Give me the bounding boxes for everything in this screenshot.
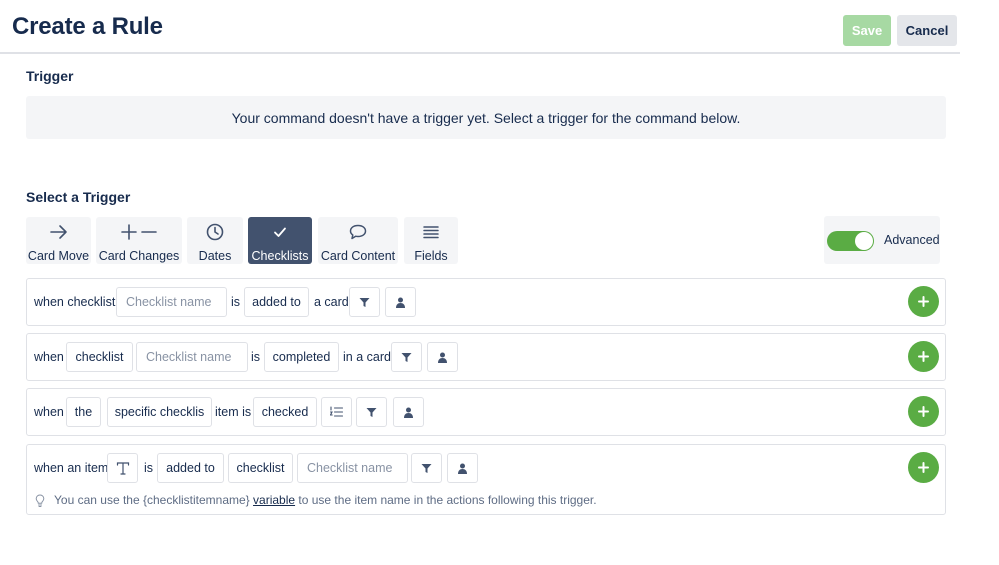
tab-label: Fields (414, 249, 448, 263)
person-icon (396, 297, 405, 308)
rule-text: when an item (34, 461, 109, 475)
rule-text: when (34, 405, 64, 419)
page-title: Create a Rule (12, 13, 163, 40)
toggle-knob (855, 232, 873, 250)
checklist-name-input[interactable]: Checklist name (297, 453, 408, 483)
lines-icon (422, 222, 440, 242)
subject-dropdown[interactable]: checklist (66, 342, 133, 372)
filter-icon (359, 297, 370, 307)
filter-button[interactable] (349, 287, 380, 317)
rule-row-checklist-completed: when checklist Checklist name is complet… (26, 333, 946, 381)
rule-text: is (251, 350, 261, 364)
rule-text: is (231, 295, 241, 309)
action-dropdown[interactable]: added to (157, 453, 224, 483)
tab-card-content[interactable]: Card Content (318, 217, 398, 264)
cancel-button[interactable]: Cancel (897, 15, 957, 46)
arrow-right-icon (49, 222, 68, 242)
tab-label: Card Move (27, 249, 90, 263)
filter-icon (401, 352, 412, 362)
filter-button[interactable] (411, 453, 442, 483)
tab-label: Card Content (320, 249, 396, 263)
add-trigger-button[interactable] (908, 452, 939, 483)
advanced-toggle[interactable] (827, 231, 874, 251)
lightbulb-icon (35, 493, 45, 507)
checklist-name-input[interactable]: Checklist name (136, 342, 248, 372)
trigger-notice: Your command doesn't have a trigger yet.… (26, 96, 946, 139)
plus-icon (918, 351, 929, 362)
variable-hint: You can use the {checklistitemname} vari… (35, 493, 597, 507)
comment-icon (349, 222, 367, 242)
plus-minus-icon (120, 222, 158, 242)
rule-text: in a card (343, 350, 391, 364)
tab-checklists[interactable]: Checklists (248, 217, 312, 264)
subject-dropdown[interactable]: checklist (228, 453, 293, 483)
article-dropdown[interactable]: the (66, 397, 101, 427)
specific-dropdown[interactable]: specific checklis (107, 397, 212, 427)
advanced-label: Advanced (884, 233, 940, 247)
tab-card-changes[interactable]: Card Changes (96, 217, 182, 264)
tab-label: Card Changes (98, 249, 180, 263)
user-filter-button[interactable] (447, 453, 478, 483)
user-filter-button[interactable] (393, 397, 424, 427)
tab-fields[interactable]: Fields (404, 217, 458, 264)
rule-text: item is (215, 405, 252, 419)
checklist-name-input[interactable]: Checklist name (116, 287, 227, 317)
rule-row-checklist-added: when checklist Checklist name is added t… (26, 278, 946, 326)
add-trigger-button[interactable] (908, 341, 939, 372)
trigger-notice-text: Your command doesn't have a trigger yet.… (231, 109, 741, 126)
numbered-list-icon (330, 406, 343, 417)
checkmark-icon (273, 222, 287, 242)
tab-card-move[interactable]: Card Move (26, 217, 91, 264)
plus-icon (918, 296, 929, 307)
advanced-toggle-panel: Advanced (824, 216, 940, 264)
filter-button[interactable] (356, 397, 387, 427)
trigger-heading: Trigger (26, 68, 74, 84)
filter-icon (421, 463, 432, 473)
rule-text: is (144, 461, 154, 475)
action-dropdown[interactable]: completed (264, 342, 339, 372)
plus-icon (918, 406, 929, 417)
add-trigger-button[interactable] (908, 396, 939, 427)
text-icon (116, 461, 129, 475)
filter-icon (366, 407, 377, 417)
clock-icon (206, 222, 224, 242)
user-filter-button[interactable] (385, 287, 416, 317)
rule-text: when (34, 350, 64, 364)
hint-text-before: You can use the {checklistitemname} (54, 493, 250, 507)
rule-text: when checklist (34, 295, 116, 309)
header: Create a Rule Save Cancel (0, 0, 960, 54)
save-button[interactable]: Save (843, 15, 891, 46)
filter-button[interactable] (391, 342, 422, 372)
variable-link[interactable]: variable (253, 493, 295, 507)
tab-label: Dates (198, 249, 232, 263)
rule-text: a card (314, 295, 349, 309)
tab-dates[interactable]: Dates (187, 217, 243, 264)
state-dropdown[interactable]: checked (253, 397, 317, 427)
person-icon (458, 463, 467, 474)
person-icon (438, 352, 447, 363)
plus-icon (918, 462, 929, 473)
person-icon (404, 407, 413, 418)
list-options-button[interactable] (321, 397, 352, 427)
rule-row-item-checked: when the specific checklis item is check… (26, 388, 946, 436)
hint-text-after: to use the item name in the actions foll… (298, 493, 597, 507)
tab-label: Checklists (251, 249, 309, 263)
action-dropdown[interactable]: added to (244, 287, 309, 317)
user-filter-button[interactable] (427, 342, 458, 372)
rule-row-item-added: when an item is added to checklist Check… (26, 444, 946, 515)
item-name-button[interactable] (107, 453, 138, 483)
select-trigger-heading: Select a Trigger (26, 189, 131, 205)
add-trigger-button[interactable] (908, 286, 939, 317)
